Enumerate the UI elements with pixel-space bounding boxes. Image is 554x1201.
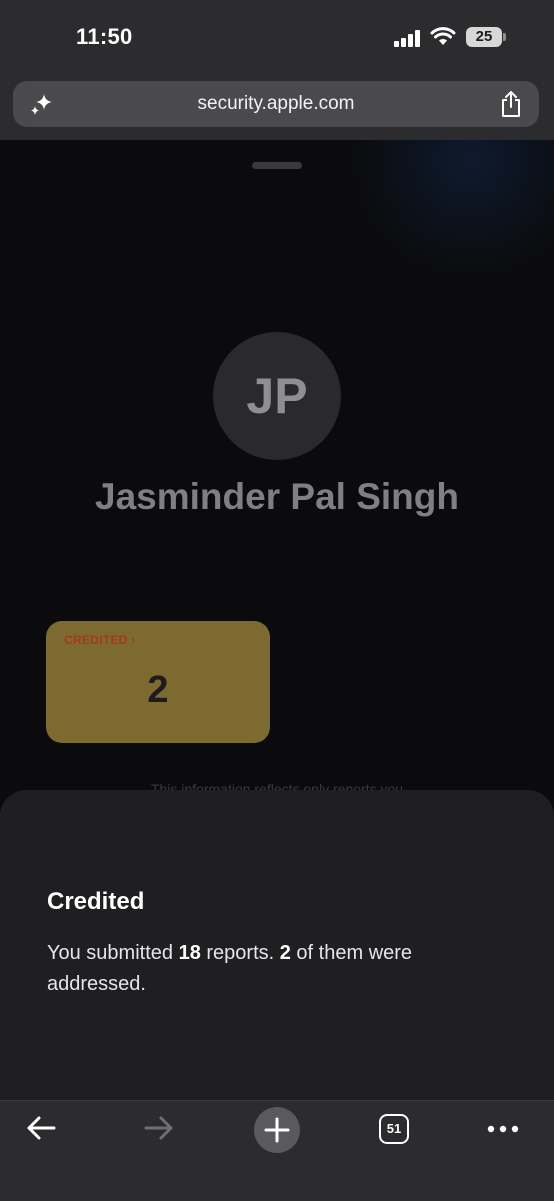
tabs-icon[interactable]: 51 bbox=[379, 1114, 409, 1144]
more-icon[interactable] bbox=[486, 1119, 520, 1139]
credited-card-label: CREDITED › bbox=[64, 633, 136, 647]
forward-arrow-icon[interactable] bbox=[142, 1113, 176, 1143]
avatar: JP bbox=[213, 332, 341, 460]
credited-card[interactable]: CREDITED › 2 bbox=[46, 621, 270, 743]
status-time: 11:50 bbox=[76, 24, 133, 49]
reports-submitted-count: 18 bbox=[178, 942, 201, 964]
sheet-body-prefix: You submitted bbox=[47, 942, 179, 964]
credited-sheet: Credited You submitted 18 reports. 2 of … bbox=[0, 790, 554, 1120]
battery-cap bbox=[503, 33, 506, 41]
profile-name: Jasminder Pal Singh bbox=[95, 476, 459, 517]
sheet-body-middle: reports. bbox=[200, 942, 280, 964]
battery-icon: 25 bbox=[466, 27, 502, 47]
browser-toolbar: 51 bbox=[0, 1100, 554, 1201]
sheet-grabber[interactable] bbox=[252, 162, 302, 169]
reports-addressed-count: 2 bbox=[279, 942, 291, 964]
web-content: JP Jasminder Pal Singh CREDITED › 2 This… bbox=[0, 140, 554, 840]
credited-card-value: 2 bbox=[147, 669, 169, 711]
address-bar[interactable]: security.apple.com bbox=[13, 81, 539, 127]
sheet-body: You submitted 18 reports. 2 of them were… bbox=[47, 938, 487, 1000]
share-icon[interactable] bbox=[499, 90, 523, 118]
sheet-title: Credited bbox=[47, 888, 145, 915]
new-tab-button[interactable] bbox=[254, 1107, 300, 1153]
back-arrow-icon[interactable] bbox=[24, 1113, 58, 1143]
plus-icon bbox=[264, 1117, 290, 1143]
status-bar: 11:50 25 bbox=[0, 0, 554, 70]
url-text[interactable]: security.apple.com bbox=[13, 93, 539, 115]
cellular-signal-icon bbox=[394, 29, 424, 47]
wifi-icon bbox=[430, 27, 456, 45]
